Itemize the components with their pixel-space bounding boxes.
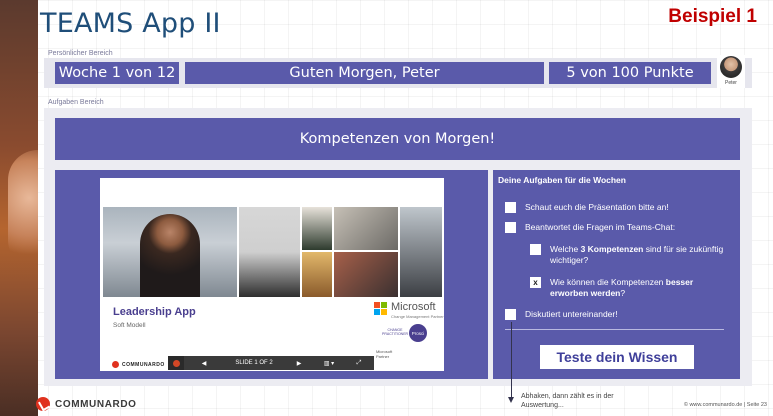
prev-slide-button[interactable]: ◀ — [184, 356, 224, 370]
change-practitioner-badge: CHANGE PRACTITIONER — [382, 328, 409, 336]
week-counter: Woche 1 von 12 — [55, 62, 179, 84]
footer-logo: COMMUNARDO — [36, 397, 137, 411]
slide-photo-businesswoman — [239, 207, 300, 297]
task-label: Diskutiert untereinander! — [525, 309, 618, 319]
footer-copyright: © www.communardo.de | Seite 23 — [683, 402, 767, 408]
microsoft-subline: Change Management Partner — [391, 314, 444, 319]
task-label: Welche 3 Kompetenzen sind für sie zukünf… — [550, 244, 724, 265]
task-subitem[interactable]: x Wie können die Kompetenzen besser erwo… — [530, 277, 730, 299]
tasks-section-label: Aufgaben Bereich — [48, 99, 104, 106]
avatar-image — [720, 56, 742, 78]
page-title: TEAMS App II — [40, 8, 221, 39]
task-item[interactable]: Beantwortet die Fragen im Teams-Chat: — [505, 222, 675, 233]
communardo-mark-icon — [112, 361, 119, 368]
greeting: Guten Morgen, Peter — [185, 62, 544, 84]
prosci-badge: Prosci — [409, 324, 427, 342]
example-label: Beispiel 1 — [668, 6, 757, 27]
task-label: Schaut euch die Präsentation bitte an! — [525, 202, 669, 212]
slide-communardo-logo: COMMUNARDO — [112, 361, 165, 368]
office-icon — [168, 356, 184, 370]
slide-photo-5 — [334, 252, 398, 297]
test-knowledge-button[interactable]: Teste dein Wissen — [540, 345, 694, 369]
task-checkbox[interactable] — [505, 222, 516, 233]
task-subitem[interactable]: Welche 3 Kompetenzen sind für sie zukünf… — [530, 244, 730, 266]
presenter-photo — [0, 0, 38, 416]
personal-section-label: Persönlicher Bereich — [48, 50, 113, 57]
microsoft-wordmark: Microsoft — [391, 301, 436, 313]
slide-photo-woman — [140, 214, 200, 297]
task-label: Wie können die Kompetenzen besser erworb… — [550, 277, 694, 298]
slide-logo-text: COMMUNARDO — [122, 361, 165, 368]
tasks-divider — [505, 329, 724, 330]
microsoft-logo-icon — [374, 302, 388, 316]
partner-line-2: Partner — [376, 354, 390, 359]
task-label: Beantwortet die Fragen im Teams-Chat: — [525, 222, 676, 232]
slide-title: Leadership App — [113, 306, 196, 318]
task-checkbox[interactable] — [505, 202, 516, 213]
annotation-note: Abhaken, dann zählt es in der Auswertung… — [521, 393, 614, 409]
tasks-heading: Deine Aufgaben für die Wochen — [498, 175, 626, 185]
annotation-arrow-icon — [508, 397, 514, 403]
banner-title: Kompetenzen von Morgen! — [55, 118, 740, 160]
task-checkbox[interactable] — [505, 309, 516, 320]
avatar-name: Peter — [725, 80, 737, 86]
slide-photo-4 — [302, 252, 332, 297]
slide-photo-3 — [400, 207, 442, 297]
annotation-line — [511, 322, 512, 400]
fullscreen-icon[interactable]: ⤢ — [344, 356, 374, 370]
footer-logo-text: COMMUNARDO — [55, 398, 137, 410]
microsoft-partner-badge: Microsoft Partner — [376, 349, 392, 359]
next-slide-button[interactable]: ▶ — [284, 356, 314, 370]
task-checkbox-checked[interactable]: x — [530, 277, 541, 288]
user-avatar[interactable]: Peter — [717, 55, 745, 88]
slide-counter: SLIDE 1 OF 2 — [235, 360, 273, 366]
view-menu-icon[interactable]: ▥ ▾ — [314, 356, 344, 370]
points-counter: 5 von 100 Punkte — [549, 62, 711, 84]
task-item[interactable]: Schaut euch die Präsentation bitte an! — [505, 202, 669, 213]
slide-control-bar: ◀ SLIDE 1 OF 2 ▶ ▥ ▾ ⤢ — [168, 356, 374, 370]
slide-photo-1 — [302, 207, 332, 250]
slide-subtitle: Soft Modell — [113, 322, 146, 329]
task-item[interactable]: Diskutiert untereinander! — [505, 309, 618, 320]
slide-photo-2 — [334, 207, 398, 250]
communardo-logo-icon — [36, 397, 50, 411]
task-checkbox[interactable] — [530, 244, 541, 255]
presentation-slide[interactable]: Leadership App Soft Modell Microsoft Cha… — [100, 178, 444, 371]
